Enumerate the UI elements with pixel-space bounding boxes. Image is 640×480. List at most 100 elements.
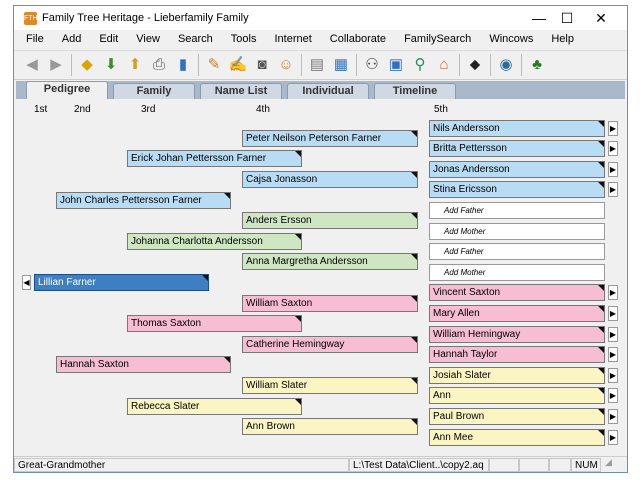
expand-right-arrow-icon[interactable]: ▶ — [608, 347, 618, 362]
status-pane — [519, 458, 549, 472]
person-box[interactable]: Peter Neilson Peterson Farner — [242, 130, 418, 147]
person-box[interactable]: Josiah Slater — [429, 367, 605, 384]
status-pane — [489, 458, 519, 472]
expand-right-arrow-icon[interactable]: ▶ — [608, 388, 618, 403]
expand-right-arrow-icon[interactable]: ▶ — [608, 182, 618, 197]
expand-right-arrow-icon[interactable]: ▶ — [608, 141, 618, 156]
expand-right-arrow-icon[interactable]: ▶ — [608, 285, 618, 300]
notes-icon[interactable]: ✍ — [227, 54, 249, 76]
tab-name-list[interactable]: Name List — [200, 83, 282, 99]
resize-grip-icon[interactable]: ◢ — [605, 457, 612, 472]
person-box[interactable]: William Hemingway — [429, 326, 605, 343]
person-box[interactable]: Lillian Farner — [34, 274, 209, 291]
web-icon[interactable]: ◉ — [495, 54, 517, 76]
person-box[interactable]: Mary Allen — [429, 305, 605, 322]
tab-timeline[interactable]: Timeline — [374, 83, 456, 99]
expand-right-arrow-icon[interactable]: ▶ — [608, 306, 618, 321]
person-box[interactable]: Erick Johan Pettersson Farner — [127, 150, 302, 167]
profile-icon[interactable]: ▣ — [385, 54, 407, 76]
person-box[interactable]: Stina Ericsson — [429, 181, 605, 198]
person-box[interactable]: Rebecca Slater — [127, 398, 302, 415]
person-box[interactable]: Anders Ersson — [242, 212, 418, 229]
person-name: Paul Brown — [433, 411, 484, 422]
person-box[interactable]: Catherine Hemingway — [242, 336, 418, 353]
calendar-icon[interactable]: ▦ — [330, 54, 352, 76]
home-icon[interactable]: ⌂ — [433, 54, 455, 76]
menu-help[interactable]: Help — [551, 30, 574, 48]
person-box[interactable]: William Slater — [242, 377, 418, 394]
menu-add[interactable]: Add — [62, 30, 82, 48]
tab-individual[interactable]: Individual — [287, 83, 369, 99]
menu-internet[interactable]: Internet — [274, 30, 311, 48]
person-name: Add Father — [444, 247, 484, 256]
add-parent-button[interactable]: Add Mother — [429, 223, 605, 240]
expand-right-arrow-icon[interactable]: ▶ — [608, 409, 618, 424]
person-name: Ann — [433, 390, 451, 401]
corner-marker-icon — [598, 182, 604, 188]
forward-icon[interactable]: ▶ — [45, 54, 67, 76]
menu-edit[interactable]: Edit — [99, 30, 118, 48]
person-box[interactable]: Nils Andersson — [429, 120, 605, 137]
edit-person-icon[interactable]: ✎ — [203, 54, 225, 76]
person-box[interactable]: Anna Margretha Andersson — [242, 253, 418, 270]
corner-marker-icon — [295, 399, 301, 405]
person-box[interactable]: Ann Brown — [242, 418, 418, 435]
add-parent-button[interactable]: Add Father — [429, 202, 605, 219]
person-box[interactable]: Hannah Taylor — [429, 346, 605, 363]
menu-tools[interactable]: Tools — [231, 30, 257, 48]
import-icon[interactable]: ⬇ — [100, 54, 122, 76]
tab-family[interactable]: Family — [113, 83, 195, 99]
menu-wincows[interactable]: Wincows — [489, 30, 533, 48]
clipboard-icon[interactable]: ▤ — [306, 54, 328, 76]
menu-collaborate[interactable]: Collaborate — [330, 30, 386, 48]
person-name: Lillian Farner — [38, 277, 96, 288]
book-icon[interactable]: ▮ — [172, 54, 194, 76]
toolbar-separator — [459, 54, 460, 76]
person-box[interactable]: William Saxton — [242, 295, 418, 312]
close-button[interactable]: ✕ — [586, 8, 616, 28]
person-box[interactable]: John Charles Pettersson Farner — [56, 192, 231, 209]
expand-left-arrow-icon[interactable]: ◀ — [22, 275, 31, 290]
export-icon[interactable]: ⬆ — [124, 54, 146, 76]
person-box[interactable]: Ann — [429, 387, 605, 404]
tree-search-icon[interactable]: ⚲ — [409, 54, 431, 76]
menu-familysearch[interactable]: FamilySearch — [404, 30, 471, 48]
person-box[interactable]: Cajsa Jonasson — [242, 171, 418, 188]
title-bar: FTH Family Tree Heritage - Lieberfamily … — [14, 6, 627, 30]
back-icon[interactable]: ◀ — [21, 54, 43, 76]
menu-view[interactable]: View — [136, 30, 160, 48]
print-icon[interactable]: ⎙ — [148, 54, 170, 76]
person-box[interactable]: Jonas Andersson — [429, 161, 605, 178]
expand-right-arrow-icon[interactable]: ▶ — [608, 162, 618, 177]
person-name: Add Mother — [444, 268, 485, 277]
generation-label: 2nd — [74, 104, 91, 115]
person-box[interactable]: Ann Mee — [429, 429, 605, 446]
camera-icon[interactable]: ◙ — [251, 54, 273, 76]
add-parent-button[interactable]: Add Father — [429, 243, 605, 260]
open-icon[interactable]: ◆ — [76, 54, 98, 76]
person-box[interactable]: Vincent Saxton — [429, 284, 605, 301]
menu-file[interactable]: File — [26, 30, 44, 48]
person-box[interactable]: Hannah Saxton — [56, 356, 231, 373]
minimize-button[interactable]: — — [524, 8, 554, 28]
expand-right-arrow-icon[interactable]: ▶ — [608, 368, 618, 383]
person-box[interactable]: Johanna Charlotta Andersson — [127, 233, 302, 250]
add-person-icon[interactable]: ☺ — [275, 54, 297, 76]
expand-right-arrow-icon[interactable]: ▶ — [608, 327, 618, 342]
expand-right-arrow-icon[interactable]: ▶ — [608, 121, 618, 136]
person-box[interactable]: Thomas Saxton — [127, 315, 302, 332]
maximize-button[interactable]: ☐ — [552, 8, 582, 28]
add-parent-button[interactable]: Add Mother — [429, 264, 605, 281]
generation-label: 5th — [434, 104, 448, 115]
expand-right-arrow-icon[interactable]: ▶ — [608, 430, 618, 445]
tab-pedigree[interactable]: Pedigree — [26, 81, 108, 99]
corner-marker-icon — [224, 357, 230, 363]
generation-label: 4th — [256, 104, 270, 115]
search-people-icon[interactable]: ⚇ — [361, 54, 383, 76]
tree-icon[interactable]: ♣ — [526, 54, 548, 76]
direction-icon[interactable]: ⬥ — [464, 54, 486, 76]
status-file: L:\Test Data\Client..\copy2.aq — [349, 458, 489, 472]
person-box[interactable]: Paul Brown — [429, 408, 605, 425]
menu-search[interactable]: Search — [178, 30, 213, 48]
person-box[interactable]: Britta Pettersson — [429, 140, 605, 157]
